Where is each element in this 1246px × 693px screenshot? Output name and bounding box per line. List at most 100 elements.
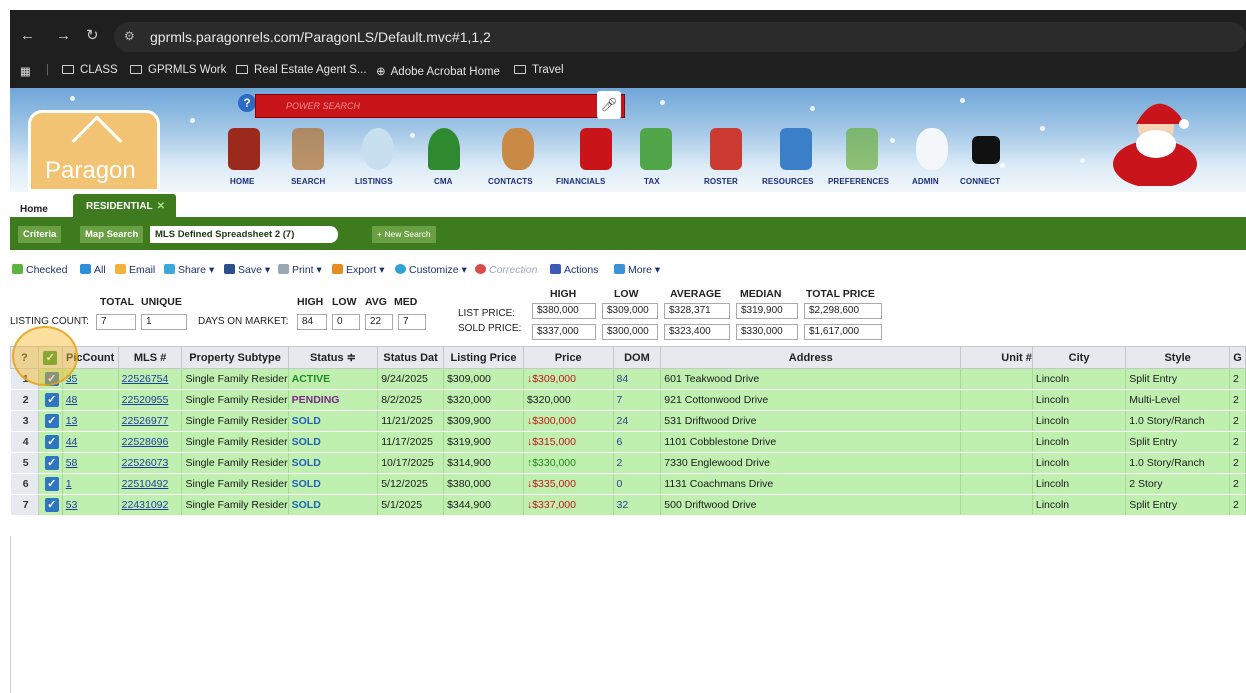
bookmark-adobe-acrobat[interactable]: ⊕ Adobe Acrobat Home: [376, 64, 500, 78]
column-header-unit[interactable]: Unit #: [960, 346, 1033, 369]
nav-home[interactable]: HOME: [230, 177, 254, 186]
column-header-address[interactable]: Address: [660, 346, 962, 369]
mls-link[interactable]: 22526977: [118, 410, 183, 432]
bookmark-real-estate-agent[interactable]: Real Estate Agent S...: [236, 64, 367, 76]
mls-text[interactable]: 22520955: [122, 394, 169, 406]
checkbox-icon[interactable]: ✓: [44, 393, 59, 407]
mls-text[interactable]: 22528696: [122, 436, 169, 448]
mls-text[interactable]: 22510492: [122, 478, 169, 490]
pic-count-text[interactable]: 13: [66, 415, 78, 427]
close-icon[interactable]: ✕: [157, 201, 165, 212]
site-info-icon[interactable]: ⚙: [124, 29, 135, 43]
email-button[interactable]: Email: [115, 264, 155, 276]
row-checkbox[interactable]: ✓: [38, 473, 63, 495]
pic-count-link[interactable]: 44: [62, 431, 119, 453]
pic-count-link[interactable]: 53: [62, 494, 119, 516]
bookmark-gprmls-work[interactable]: GPRMLS Work: [130, 64, 226, 76]
nav-tax[interactable]: TAX: [644, 177, 660, 186]
row-checkbox[interactable]: ✓: [38, 410, 63, 432]
help-icon[interactable]: ?: [238, 94, 256, 112]
export-button[interactable]: Export ▾: [332, 264, 385, 276]
paragon-logo[interactable]: Paragon: [28, 110, 160, 192]
row-checkbox[interactable]: ✓: [38, 494, 63, 516]
url-text[interactable]: gprmls.paragonrels.com/ParagonLS/Default…: [150, 29, 491, 45]
checkbox-icon[interactable]: ✓: [44, 498, 59, 512]
column-header-status[interactable]: Status ≑: [287, 346, 379, 369]
pic-count-link[interactable]: 1: [62, 473, 119, 495]
nav-resources[interactable]: RESOURCES: [762, 177, 814, 186]
row-checkbox[interactable]: ✓: [38, 431, 63, 453]
table-row[interactable]: 2 ✓ 48 22520955 Single Family Resider PENDING…: [10, 389, 1246, 411]
microphone-icon[interactable]: 🎤︎: [597, 91, 621, 119]
checkbox-icon[interactable]: ✓: [44, 477, 59, 491]
table-row[interactable]: 7 ✓ 53 22431092 Single Family Resider SOLD 5/1…: [10, 494, 1246, 516]
table-row[interactable]: 3 ✓ 13 22526977 Single Family Resider SOLD 11/…: [10, 410, 1246, 432]
share-button[interactable]: Share ▾: [164, 264, 214, 276]
mls-text[interactable]: 22526754: [122, 373, 169, 385]
mls-text[interactable]: 22526073: [122, 457, 169, 469]
bookmark-travel[interactable]: Travel: [514, 64, 564, 76]
new-search-button[interactable]: + New Search: [372, 226, 436, 243]
mls-link[interactable]: 22431092: [118, 494, 183, 516]
mls-link[interactable]: 22510492: [118, 473, 183, 495]
pic-count-link[interactable]: 13: [62, 410, 119, 432]
mls-link[interactable]: 22528696: [118, 431, 183, 453]
pic-count-text[interactable]: 53: [66, 499, 78, 511]
nav-search[interactable]: SEARCH: [291, 177, 325, 186]
checkbox-icon[interactable]: ✓: [44, 456, 59, 470]
pic-count-link[interactable]: 58: [62, 452, 119, 474]
pic-count-text[interactable]: 44: [66, 436, 78, 448]
actions-button[interactable]: Actions: [550, 264, 598, 276]
mls-link[interactable]: 22520955: [118, 389, 183, 411]
back-icon[interactable]: ←: [20, 28, 35, 44]
power-search-input[interactable]: POWER SEARCH: [255, 94, 625, 118]
table-row[interactable]: 6 ✓ 1 22510492 Single Family Resider SOLD 5/12…: [10, 473, 1246, 495]
customize-button[interactable]: Customize ▾: [395, 264, 467, 276]
print-button[interactable]: Print ▾: [278, 264, 322, 276]
mls-link[interactable]: 22526073: [118, 452, 183, 474]
column-header-mls-number[interactable]: MLS #: [117, 346, 183, 369]
pic-count-text[interactable]: 58: [66, 457, 78, 469]
correction-button[interactable]: Correction: [475, 264, 537, 276]
column-header-property-subtype[interactable]: Property Subtype: [181, 346, 289, 369]
column-header-price[interactable]: Price: [522, 346, 614, 369]
pic-count-link[interactable]: 48: [62, 389, 119, 411]
bookmark-class[interactable]: CLASS: [62, 64, 118, 76]
more-button[interactable]: More ▾: [614, 264, 660, 276]
tab-residential[interactable]: RESIDENTIAL ✕: [73, 194, 176, 220]
table-row[interactable]: 4 ✓ 44 22528696 Single Family Resider SOLD 11/…: [10, 431, 1246, 453]
tab-home[interactable]: Home: [20, 204, 48, 215]
column-header-style[interactable]: Style: [1125, 346, 1230, 369]
nav-connect[interactable]: CONNECT: [960, 177, 1000, 186]
column-header-listing-price[interactable]: Listing Price: [443, 346, 524, 369]
save-button[interactable]: Save ▾: [224, 264, 270, 276]
row-checkbox[interactable]: ✓: [38, 452, 63, 474]
column-header-dom[interactable]: DOM: [612, 346, 662, 369]
nav-roster[interactable]: ROSTER: [704, 177, 738, 186]
subtab-spreadsheet[interactable]: MLS Defined Spreadsheet 2 (7): [150, 226, 338, 243]
nav-financials[interactable]: FINANCIALS: [556, 177, 605, 186]
nav-listings[interactable]: LISTINGS: [355, 177, 393, 186]
reload-icon[interactable]: ↻: [86, 28, 99, 44]
nav-contacts[interactable]: CONTACTS: [488, 177, 533, 186]
table-row[interactable]: 1 ✓ 35 22526754 Single Family Resider ACTIVE 9…: [10, 368, 1246, 390]
mls-link[interactable]: 22526754: [118, 368, 183, 390]
row-checkbox[interactable]: ✓: [38, 389, 63, 411]
table-row[interactable]: 5 ✓ 58 22526073 Single Family Resider SOLD 10/…: [10, 452, 1246, 474]
mls-text[interactable]: 22431092: [122, 499, 169, 511]
column-header-city[interactable]: City: [1031, 346, 1127, 369]
all-button[interactable]: All: [80, 264, 106, 276]
pic-count-text[interactable]: 48: [66, 394, 78, 406]
checkbox-icon[interactable]: ✓: [44, 414, 59, 428]
checked-button[interactable]: Checked: [12, 264, 67, 276]
nav-admin[interactable]: ADMIN: [912, 177, 939, 186]
nav-cma[interactable]: CMA: [434, 177, 453, 186]
pic-count-text[interactable]: 1: [66, 478, 72, 490]
column-header-g[interactable]: G: [1228, 346, 1246, 369]
checkbox-icon[interactable]: ✓: [44, 435, 59, 449]
column-header-status-date[interactable]: Status Dat: [377, 346, 445, 369]
subtab-map-search[interactable]: Map Search: [80, 226, 144, 243]
apps-icon[interactable]: ▦: [20, 64, 31, 78]
mls-text[interactable]: 22526977: [122, 415, 169, 427]
nav-preferences[interactable]: PREFERENCES: [828, 177, 889, 186]
